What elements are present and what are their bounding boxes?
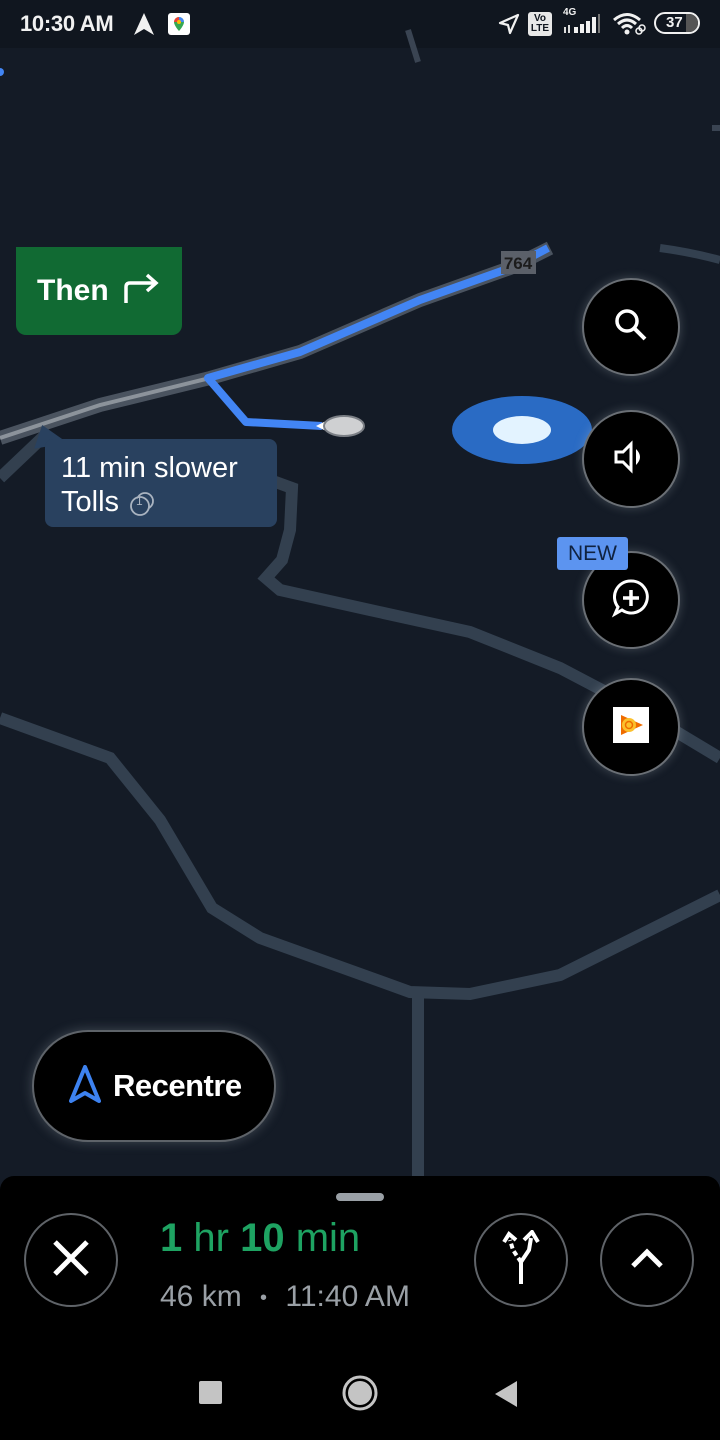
alternate-route-callout[interactable]: 11 min slower Tolls 1: [45, 439, 277, 527]
trip-distance: 46 km: [160, 1280, 242, 1313]
toll-coin-icon: 1: [129, 490, 155, 516]
navigation-arrow-icon: [69, 1064, 101, 1108]
next-turn-label: Then: [37, 274, 109, 307]
search-button[interactable]: [582, 278, 680, 376]
arrival-time: 11:40 AM: [285, 1280, 410, 1313]
map-road: [405, 29, 421, 63]
current-location-dot: [493, 416, 551, 444]
recentre-label: Recentre: [113, 1068, 242, 1103]
road-shield-label: 764: [504, 254, 533, 273]
search-icon: [612, 306, 650, 349]
next-turn-banner[interactable]: Then: [16, 247, 182, 335]
exit-navigation-button[interactable]: [24, 1213, 118, 1307]
eta-duration: 1 hr 10 min: [160, 1216, 361, 1260]
trip-details: 46 km • 11:40 AM: [160, 1280, 410, 1314]
sound-button[interactable]: [582, 410, 680, 508]
system-navigation-bar: [0, 1346, 720, 1440]
trip-info-sheet[interactable]: 1 hr 10 min 46 km • 11:40 AM: [0, 1176, 720, 1346]
new-badge: NEW: [557, 537, 628, 570]
separator-dot: •: [260, 1286, 268, 1309]
back-button[interactable]: [494, 1380, 518, 1413]
add-report-icon: [610, 577, 652, 624]
media-button[interactable]: [582, 678, 680, 776]
destination-marker: [323, 415, 365, 437]
route-fork-icon: [496, 1228, 546, 1291]
map-edge-marker: [0, 68, 4, 76]
alt-route-tolls: Tolls: [61, 486, 120, 518]
chevron-up-icon: [630, 1247, 664, 1274]
sheet-drag-handle[interactable]: [336, 1193, 384, 1201]
home-button[interactable]: [342, 1375, 378, 1416]
recentre-button[interactable]: Recentre: [32, 1030, 276, 1142]
toll-count: 1: [136, 494, 143, 508]
alternate-routes-button[interactable]: [474, 1213, 568, 1307]
recents-button[interactable]: [199, 1381, 222, 1409]
google-play-music-icon: [613, 706, 649, 748]
turn-right-icon: [121, 273, 161, 310]
alt-route-delay: 11 min slower: [61, 452, 238, 484]
expand-sheet-button[interactable]: [600, 1213, 694, 1307]
close-icon: [51, 1238, 91, 1283]
map-road: [659, 244, 720, 264]
volume-icon: [612, 438, 650, 481]
